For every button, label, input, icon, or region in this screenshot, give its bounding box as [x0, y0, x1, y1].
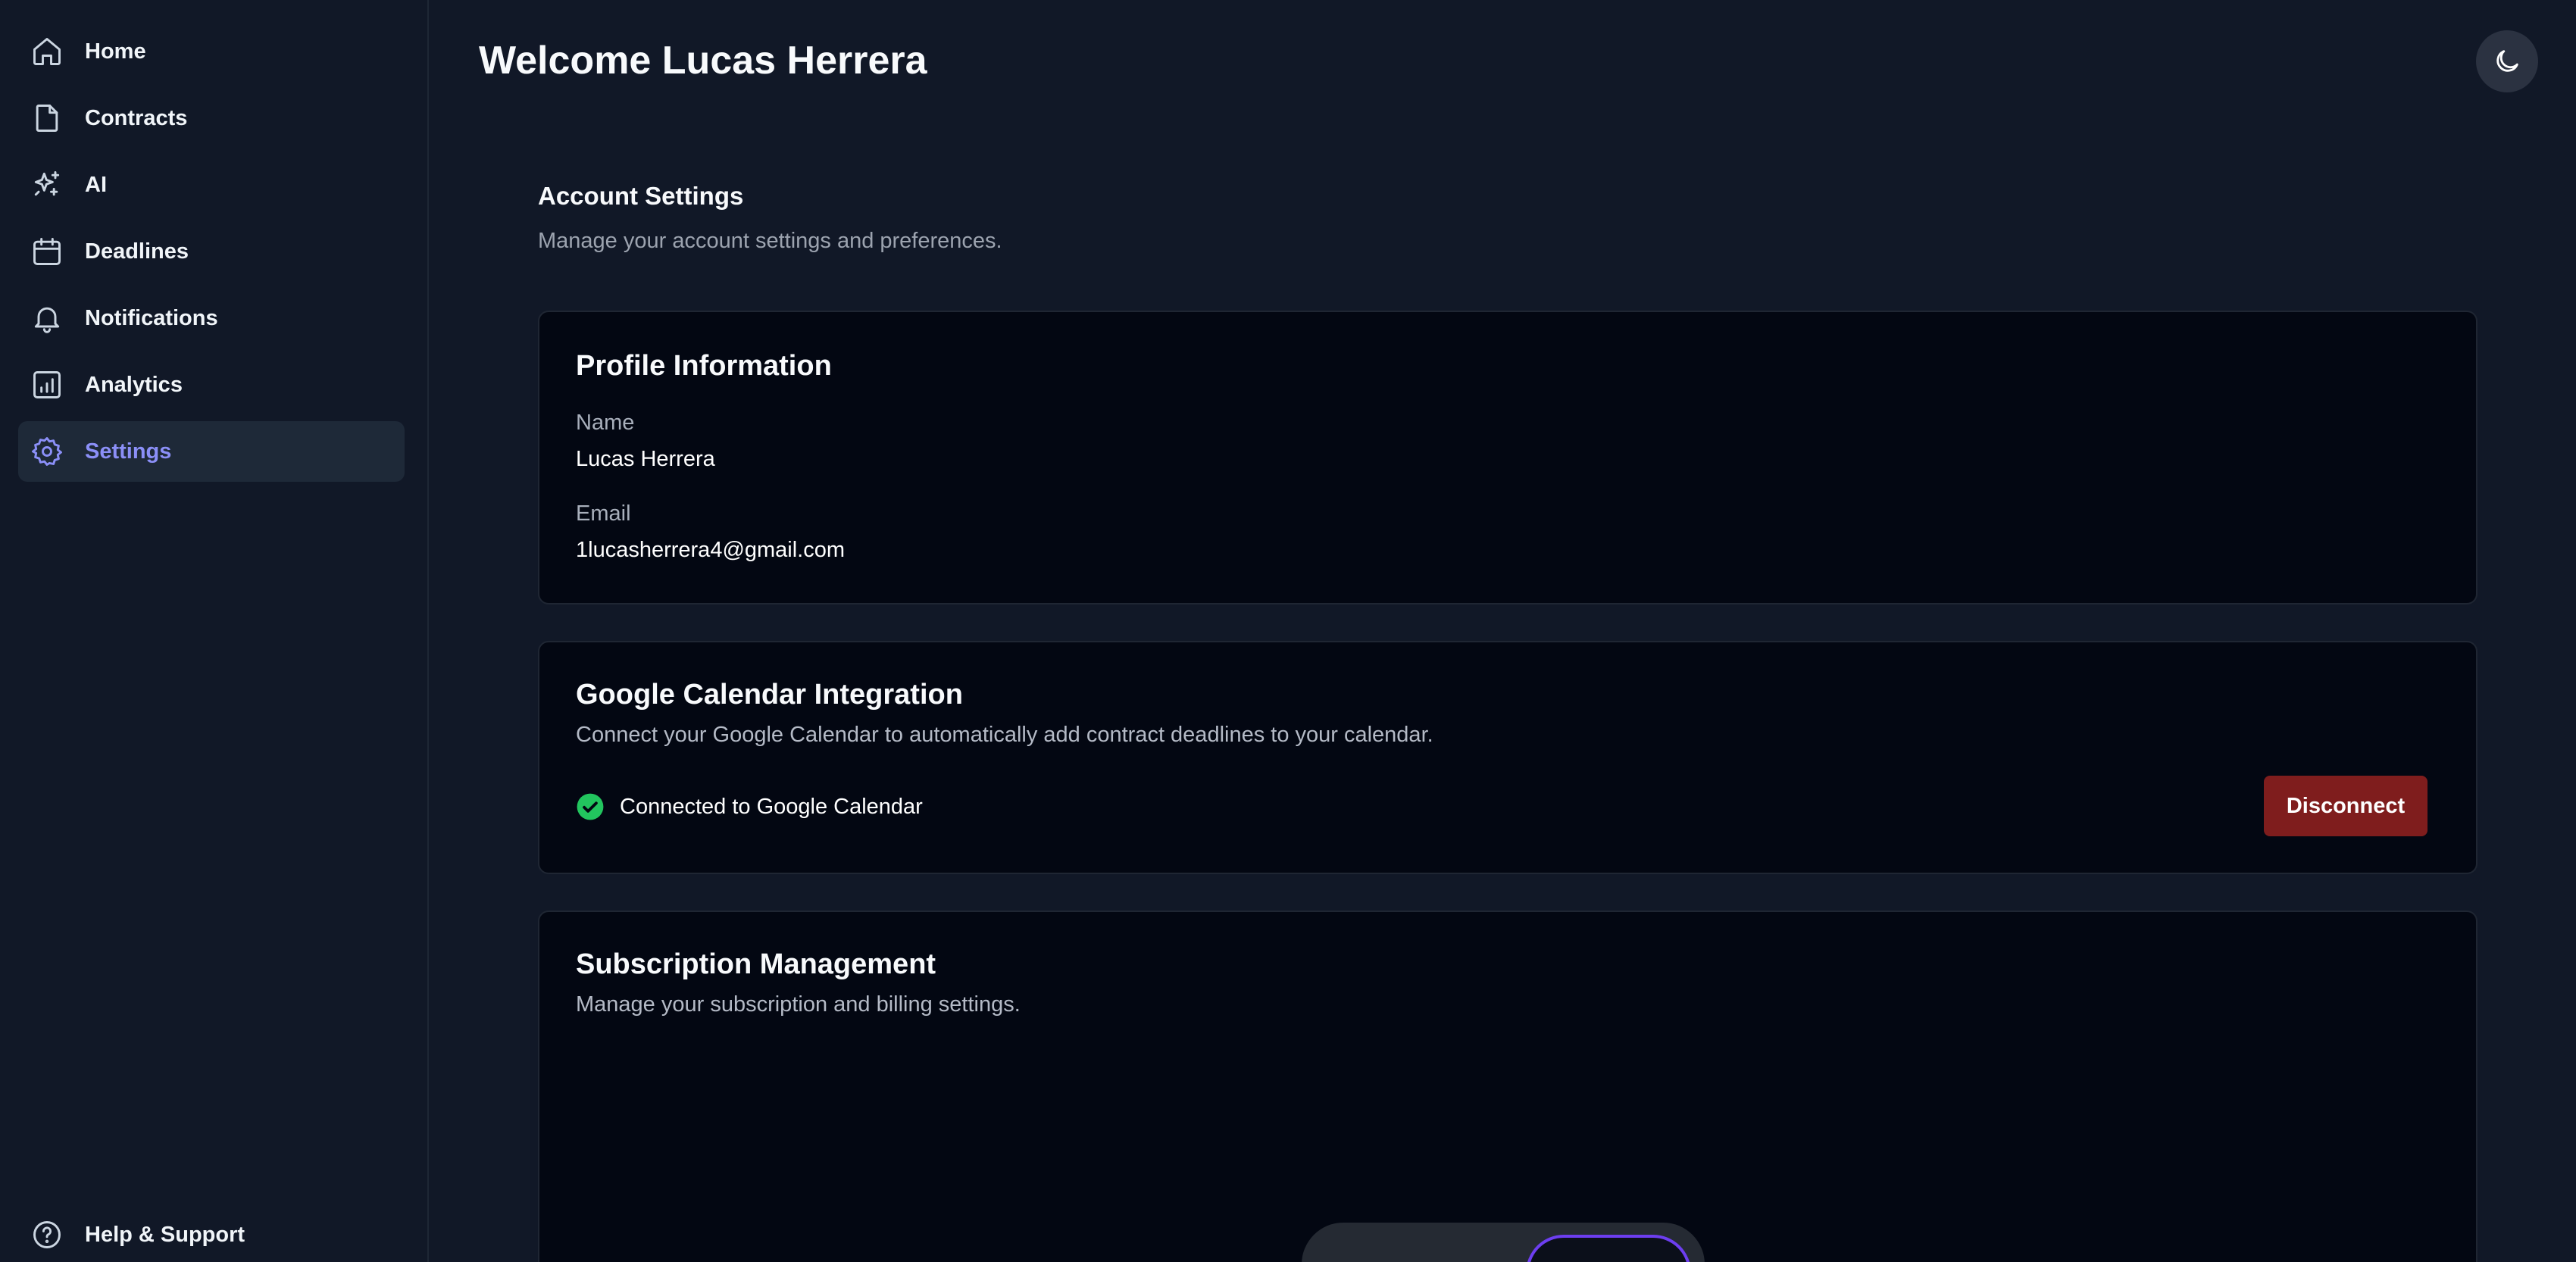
sidebar-item-label: Home [85, 39, 146, 64]
home-icon [30, 35, 64, 68]
subscription-card: Subscription Management Manage your subs… [538, 911, 2478, 1262]
sidebar-item-help-support[interactable]: Help & Support [18, 1204, 405, 1262]
name-label: Name [576, 411, 635, 435]
sidebar-item-ai[interactable]: AI [18, 155, 405, 215]
calendar-card-subtitle: Connect your Google Calendar to automati… [576, 723, 1433, 747]
google-calendar-card: Google Calendar Integration Connect your… [538, 641, 2478, 874]
subscription-card-title: Subscription Management [576, 948, 936, 980]
app: Home Contracts AI Deadlines Notification… [0, 0, 2576, 1262]
sidebar-item-label: Deadlines [85, 239, 189, 264]
billing-period-toggle[interactable] [1302, 1223, 1705, 1262]
sidebar-item-label: Settings [85, 439, 172, 464]
sidebar-item-label: Notifications [85, 305, 218, 330]
gear-icon [30, 435, 64, 468]
bell-icon [30, 301, 64, 335]
billing-option-second[interactable] [1526, 1235, 1691, 1262]
calendar-status-text: Connected to Google Calendar [620, 794, 923, 819]
email-label: Email [576, 501, 631, 526]
sidebar: Home Contracts AI Deadlines Notification… [0, 0, 429, 1262]
help-circle-icon [30, 1218, 64, 1251]
file-icon [30, 102, 64, 135]
sidebar-help: Help & Support [18, 1204, 405, 1262]
calendar-card-title: Google Calendar Integration [576, 679, 963, 711]
sidebar-item-label: Contracts [85, 105, 188, 130]
check-circle-icon [576, 792, 605, 821]
sidebar-item-label: Analytics [85, 372, 183, 397]
sidebar-item-settings[interactable]: Settings [18, 421, 405, 482]
sidebar-item-analytics[interactable]: Analytics [18, 355, 405, 415]
profile-card-title: Profile Information [576, 350, 832, 382]
sidebar-item-label: Help & Support [85, 1222, 245, 1247]
calendar-icon [30, 235, 64, 268]
sidebar-nav: Home Contracts AI Deadlines Notification… [18, 21, 405, 488]
disconnect-button[interactable]: Disconnect [2264, 776, 2428, 836]
theme-toggle-button[interactable] [2476, 30, 2538, 92]
email-value: 1lucasherrera4@gmail.com [576, 538, 846, 562]
account-settings-title: Account Settings [538, 182, 744, 210]
name-value: Lucas Herrera [576, 447, 715, 471]
subscription-card-subtitle: Manage your subscription and billing set… [576, 992, 1021, 1017]
sidebar-item-label: AI [85, 172, 107, 197]
page-title: Welcome Lucas Herrera [479, 39, 927, 83]
main-content: Welcome Lucas Herrera Account Settings M… [430, 0, 2576, 1262]
sidebar-item-deadlines[interactable]: Deadlines [18, 221, 405, 282]
sparkles-icon [30, 168, 64, 201]
sidebar-item-home[interactable]: Home [18, 21, 405, 82]
profile-card: Profile Information Name Lucas Herrera E… [538, 311, 2478, 604]
moon-icon [2492, 46, 2522, 77]
sidebar-item-contracts[interactable]: Contracts [18, 88, 405, 148]
account-settings-subtitle: Manage your account settings and prefere… [538, 229, 1002, 253]
sidebar-item-notifications[interactable]: Notifications [18, 288, 405, 348]
billing-option-first[interactable] [1317, 1235, 1521, 1262]
bar-chart-icon [30, 368, 64, 401]
calendar-status: Connected to Google Calendar [576, 792, 923, 821]
